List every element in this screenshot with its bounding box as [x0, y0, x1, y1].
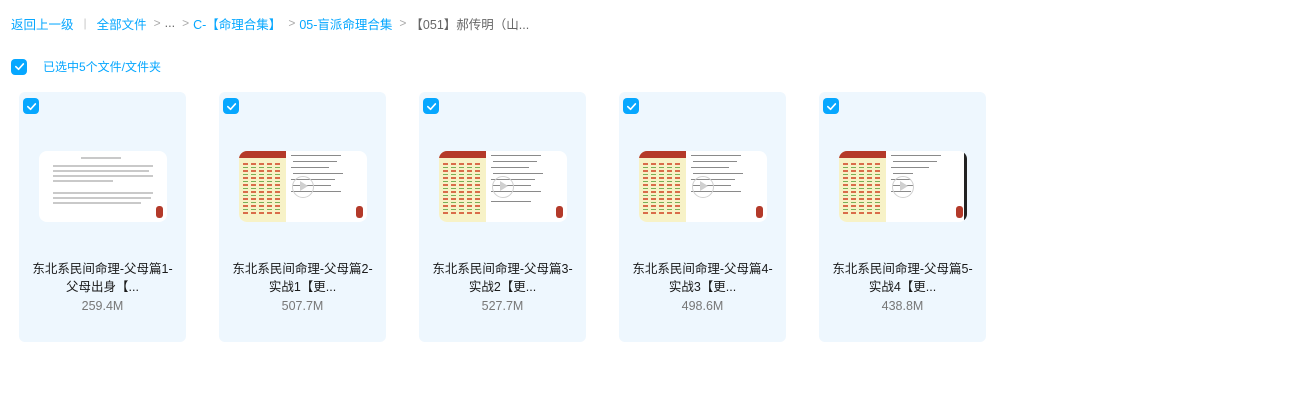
seal-stamp [956, 206, 963, 218]
file-size: 259.4M [81, 299, 124, 313]
file-card[interactable]: 东北系民间命理-父母篇1- 父母出身【... 259.4M [19, 92, 186, 342]
file-thumbnail [839, 151, 967, 222]
file-name: 东北系民间命理-父母篇4- 实战3【更... [625, 260, 780, 296]
check-icon [226, 102, 236, 110]
file-checkbox[interactable] [223, 98, 239, 114]
chevron-right-icon: > [399, 16, 407, 30]
file-thumbnail [639, 151, 767, 222]
file-name: 东北系民间命理-父母篇3- 实战2【更... [425, 260, 580, 296]
check-icon [626, 102, 636, 110]
seal-stamp [356, 206, 363, 218]
file-checkbox[interactable] [823, 98, 839, 114]
file-thumbnail [239, 151, 367, 222]
check-icon [826, 102, 836, 110]
file-size: 438.8M [881, 299, 924, 313]
file-name-line2: 父母出身【... [66, 280, 139, 294]
file-checkbox[interactable] [23, 98, 39, 114]
breadcrumb-current: 【051】郝传明（山... [410, 17, 530, 32]
video-preview [639, 151, 767, 222]
play-icon [492, 175, 514, 198]
check-icon [26, 102, 36, 110]
breadcrumb-ellipsis[interactable]: ... [165, 16, 175, 30]
seal-stamp [756, 206, 763, 218]
file-name-line1: 东北系民间命理-父母篇5- [832, 262, 973, 276]
selection-bar: 已选中5个文件/文件夹 [11, 58, 161, 75]
breadcrumb-all-files[interactable]: 全部文件 [97, 14, 147, 33]
file-name-line1: 东北系民间命理-父母篇4- [632, 262, 773, 276]
file-card[interactable]: 东北系民间命理-父母篇4- 实战3【更... 498.6M [619, 92, 786, 342]
breadcrumb-folder-05[interactable]: 05-盲派命理合集 [299, 14, 392, 33]
file-card[interactable]: 东北系民间命理-父母篇3- 实战2【更... 527.7M [419, 92, 586, 342]
file-name-line2: 实战1【更... [268, 280, 337, 294]
chevron-right-icon: > [288, 16, 296, 30]
file-card[interactable]: 东北系民间命理-父母篇5- 实战4【更... 438.8M [819, 92, 986, 342]
file-name: 东北系民间命理-父母篇1- 父母出身【... [25, 260, 180, 296]
seal-stamp [556, 206, 563, 218]
file-size: 498.6M [681, 299, 724, 313]
file-name-line2: 实战3【更... [668, 280, 737, 294]
selection-count-text: 已选中5个文件/文件夹 [43, 60, 162, 74]
file-name-line1: 东北系民间命理-父母篇2- [232, 262, 373, 276]
breadcrumb-folder-c[interactable]: C-【命理合集】 [193, 14, 281, 33]
file-checkbox[interactable] [423, 98, 439, 114]
file-name-line2: 实战2【更... [468, 280, 537, 294]
check-icon [14, 63, 24, 71]
file-name-line1: 东北系民间命理-父母篇3- [432, 262, 573, 276]
video-preview [239, 151, 367, 222]
file-thumbnail [39, 151, 167, 222]
play-icon [892, 175, 914, 198]
file-size: 507.7M [281, 299, 324, 313]
back-link[interactable]: 返回上一级 [11, 14, 74, 33]
video-preview [839, 151, 967, 222]
play-icon [692, 175, 714, 198]
breadcrumb-divider: | [83, 16, 87, 30]
file-card[interactable]: 东北系民间命理-父母篇2- 实战1【更... 507.7M [219, 92, 386, 342]
select-all-checkbox[interactable] [11, 58, 27, 75]
file-size: 527.7M [481, 299, 524, 313]
file-name: 东北系民间命理-父母篇5- 实战4【更... [825, 260, 980, 296]
check-icon [426, 102, 436, 110]
chevron-right-icon: > [153, 16, 161, 30]
file-grid: 东北系民间命理-父母篇1- 父母出身【... 259.4M 东北系民间命理-父母篇2-… [19, 92, 1019, 342]
file-name-line2: 实战4【更... [868, 280, 937, 294]
file-name: 东北系民间命理-父母篇2- 实战1【更... [225, 260, 380, 296]
file-thumbnail [439, 151, 567, 222]
play-icon [292, 175, 314, 198]
file-checkbox[interactable] [623, 98, 639, 114]
file-name-line1: 东北系民间命理-父母篇1- [32, 262, 173, 276]
document-preview [39, 151, 167, 222]
seal-stamp [156, 206, 163, 218]
breadcrumb: 返回上一级 | 全部文件 > ... > C-【命理合集】 > 05-盲派命理合… [11, 14, 529, 32]
video-preview [439, 151, 567, 222]
chevron-right-icon: > [182, 16, 190, 30]
